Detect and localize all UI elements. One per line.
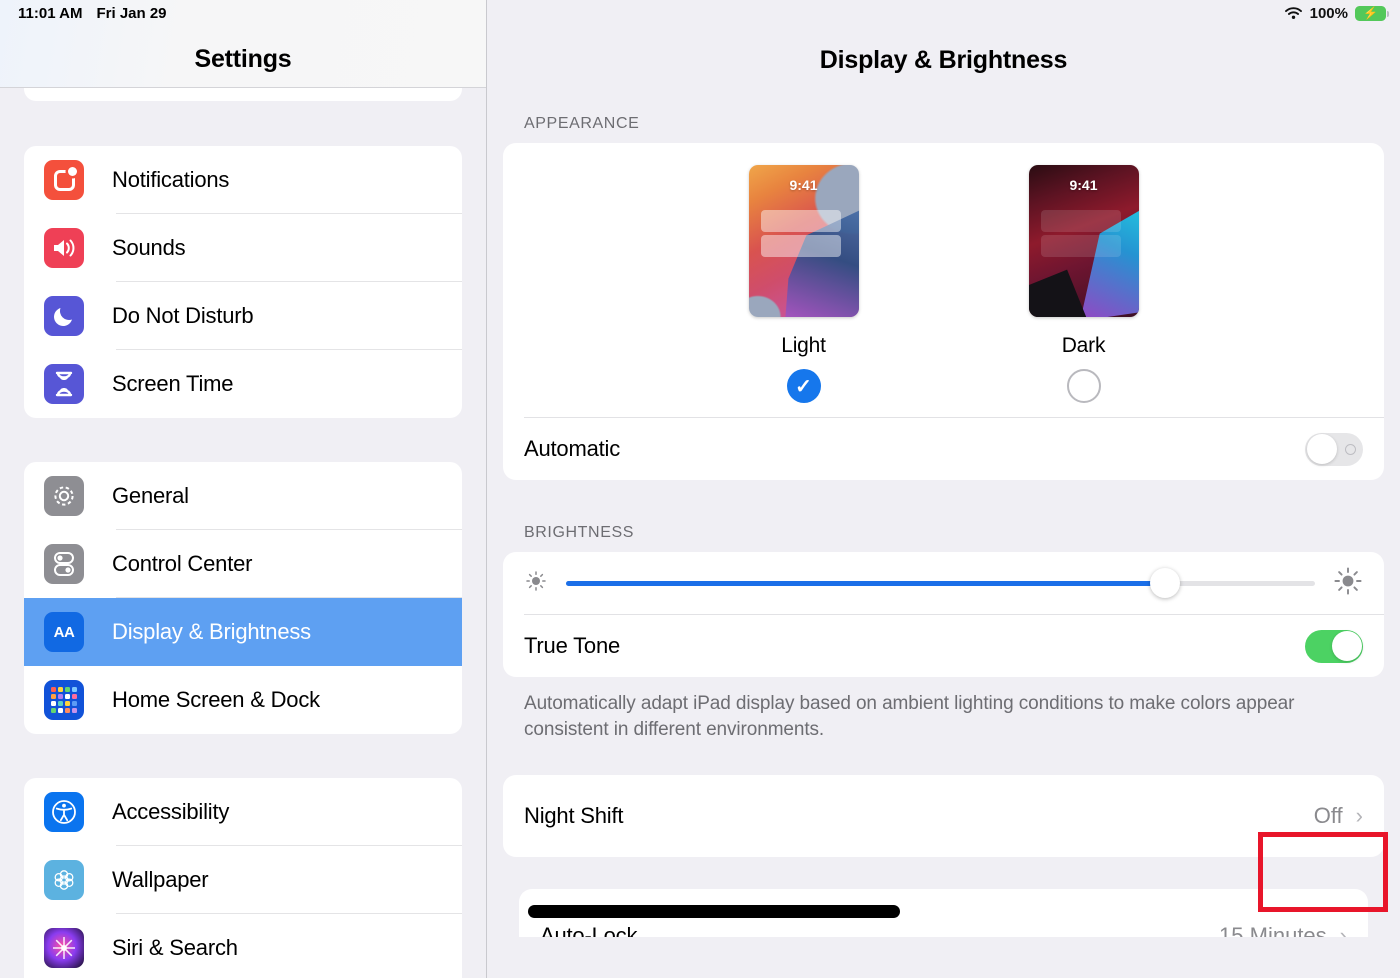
chevron-right-icon: › xyxy=(1339,923,1347,938)
text-cursor-bar xyxy=(528,905,900,919)
wallpaper-icon xyxy=(44,860,84,900)
sidebar-item-label: Sounds xyxy=(112,235,186,260)
page-title: Settings xyxy=(194,45,292,73)
auto-lock-state: 15 Minutes xyxy=(1219,923,1327,938)
brightness-card: True Tone xyxy=(503,552,1384,677)
night-shift-row[interactable]: Night Shift Off › xyxy=(503,775,1384,857)
sidebar-item-siri-search[interactable]: Siri & Search xyxy=(24,914,462,978)
display-icon-text: AA xyxy=(53,623,75,641)
sidebar-item-do-not-disturb[interactable]: Do Not Disturb xyxy=(24,282,462,350)
night-shift-label: Night Shift xyxy=(524,803,624,829)
ipad-settings-screen: Settings Notifications Sounds Do Not Dis… xyxy=(0,0,1400,978)
home-screen-dock-icon xyxy=(44,680,84,720)
sidebar-item-control-center[interactable]: Control Center xyxy=(24,530,462,598)
sidebar-item-wallpaper[interactable]: Wallpaper xyxy=(24,846,462,914)
sidebar-item-sounds[interactable]: Sounds xyxy=(24,214,462,282)
appearance-section-header: APPEARANCE xyxy=(524,115,640,132)
true-tone-row[interactable]: True Tone xyxy=(503,615,1384,677)
sidebar-group-2: General Control Center AA Display & Brig… xyxy=(24,462,462,734)
sidebar-item-label: Notifications xyxy=(112,167,230,192)
detail-title: Display & Brightness xyxy=(819,46,1068,74)
brightness-low-icon xyxy=(524,569,548,598)
sounds-icon xyxy=(44,228,84,268)
sidebar-item-label: Home Screen & Dock xyxy=(112,687,320,712)
sidebar-header: Settings xyxy=(0,0,486,88)
dark-preview-thumbnail: 9:41 xyxy=(1028,165,1139,317)
notifications-icon xyxy=(44,160,84,200)
sidebar-item-label: Siri & Search xyxy=(112,935,238,960)
siri-search-icon xyxy=(44,928,84,968)
preview-time: 9:41 xyxy=(1069,177,1098,193)
brightness-high-icon xyxy=(1333,566,1363,601)
sidebar-item-screen-time[interactable]: Screen Time xyxy=(24,350,462,418)
control-center-icon xyxy=(44,544,84,584)
sidebar-item-label: Screen Time xyxy=(112,371,234,396)
dark-radio-unselected[interactable] xyxy=(1066,369,1101,403)
automatic-row[interactable]: Automatic xyxy=(503,418,1384,480)
sidebar-item-display-brightness[interactable]: AA Display & Brightness xyxy=(24,598,462,666)
brightness-slider-row[interactable] xyxy=(503,552,1384,614)
sidebar-item-label: Accessibility xyxy=(112,799,230,824)
sidebar-item-accessibility[interactable]: Accessibility xyxy=(24,778,462,846)
sidebar-item-label: Wallpaper xyxy=(112,867,209,892)
detail-header: Display & Brightness xyxy=(487,0,1400,88)
light-preview-thumbnail: 9:41 xyxy=(748,165,859,317)
sidebar-item-label: Do Not Disturb xyxy=(112,303,254,328)
brightness-slider-knob[interactable] xyxy=(1150,568,1181,598)
settings-sidebar: Settings Notifications Sounds Do Not Dis… xyxy=(0,0,487,978)
do-not-disturb-icon xyxy=(44,296,84,336)
light-radio-selected[interactable]: ✓ xyxy=(786,369,821,403)
sidebar-group-3: Accessibility Wallpaper Siri & Search xyxy=(24,778,462,978)
dark-label: Dark xyxy=(1061,334,1106,357)
brightness-slider-track[interactable] xyxy=(566,568,1315,598)
screen-time-icon xyxy=(44,364,84,404)
automatic-toggle[interactable] xyxy=(1305,432,1363,466)
auto-lock-value[interactable]: 15 Minutes › xyxy=(1219,923,1347,937)
night-shift-state: Off xyxy=(1313,803,1343,829)
checkmark-icon: ✓ xyxy=(795,375,812,398)
sidebar-group-1: Notifications Sounds Do Not Disturb Scre… xyxy=(24,146,462,418)
sidebar-item-label: Control Center xyxy=(112,551,253,576)
display-brightness-icon: AA xyxy=(44,612,84,652)
true-tone-label: True Tone xyxy=(524,633,621,658)
true-tone-toggle[interactable] xyxy=(1305,629,1363,663)
night-shift-value[interactable]: Off › xyxy=(1314,803,1363,829)
accessibility-icon xyxy=(44,792,84,832)
light-label: Light xyxy=(781,334,826,357)
auto-lock-card: Auto-Lock 15 Minutes › xyxy=(519,889,1368,938)
true-tone-footnote: Automatically adapt iPad display based o… xyxy=(524,693,1295,741)
auto-lock-row[interactable]: Auto-Lock 15 Minutes › xyxy=(540,923,1347,937)
sidebar-item-general[interactable]: General xyxy=(24,462,462,530)
auto-lock-label: Auto-Lock xyxy=(540,923,638,938)
brightness-slider-fill xyxy=(566,580,1166,586)
detail-pane: Display & Brightness APPEARANCE 9:41 Lig… xyxy=(487,0,1400,978)
appearance-option-dark[interactable]: 9:41 Dark xyxy=(1028,165,1139,403)
general-gear-icon xyxy=(44,476,84,516)
automatic-label: Automatic xyxy=(524,436,621,461)
sidebar-item-notifications[interactable]: Notifications xyxy=(24,146,462,214)
chevron-right-icon: › xyxy=(1355,803,1363,829)
sidebar-scroll-area[interactable]: Notifications Sounds Do Not Disturb Scre… xyxy=(0,33,486,978)
appearance-option-light[interactable]: 9:41 Light ✓ xyxy=(748,165,859,403)
detail-scroll-area[interactable]: APPEARANCE 9:41 Light ✓ 9:41 Dark Automa… xyxy=(487,88,1400,938)
preview-time: 9:41 xyxy=(789,177,818,193)
sidebar-item-home-screen-dock[interactable]: Home Screen & Dock xyxy=(24,666,462,734)
sidebar-item-label: General xyxy=(112,483,189,508)
sidebar-item-label: Display & Brightness xyxy=(112,619,311,644)
night-shift-card: Night Shift Off › xyxy=(503,775,1384,858)
brightness-section-header: BRIGHTNESS xyxy=(524,524,635,541)
appearance-card: 9:41 Light ✓ 9:41 Dark Automatic xyxy=(503,143,1384,480)
